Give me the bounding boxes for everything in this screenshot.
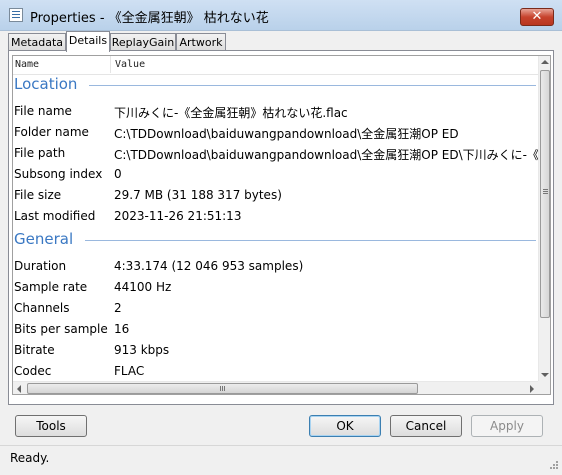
document-list-icon <box>9 8 23 22</box>
property-value: 913 kbps <box>114 343 170 357</box>
section-header: Location <box>13 75 538 96</box>
property-value: 44100 Hz <box>114 280 172 294</box>
scrollbar-corner <box>538 381 550 394</box>
property-name: Sample rate <box>14 280 88 294</box>
grip-icon <box>220 386 221 391</box>
horizontal-scroll-thumb[interactable] <box>27 383 418 394</box>
list-item[interactable]: Last modified 2023-11-26 21:51:13 <box>13 206 538 227</box>
horizontal-scrollbar[interactable] <box>13 381 538 394</box>
property-name: Bits per sample <box>14 322 108 336</box>
window-title: Properties - 《全金属狂朝》 枯れない花 <box>30 11 269 26</box>
list-item[interactable]: Subsong index 0 <box>13 164 538 185</box>
details-list[interactable]: Name Value Location File name 下川みくに-《全金属狂朝… <box>12 55 551 395</box>
property-name: File size <box>14 188 62 202</box>
cancel-button[interactable]: Cancel <box>390 415 462 437</box>
property-name: File path <box>14 146 66 160</box>
property-value: C:\TDDownload\baiduwangpandownload\全金属狂潮… <box>114 127 459 141</box>
section-divider <box>89 85 536 86</box>
tools-button[interactable]: Tools <box>15 415 87 437</box>
column-header-value[interactable]: Value <box>115 59 145 70</box>
property-value: FLAC <box>114 364 145 378</box>
property-name: Channels <box>14 301 70 315</box>
status-bar: Ready. <box>0 445 562 475</box>
list-item[interactable]: File path C:\TDDownload\baiduwangpandownl… <box>13 143 539 164</box>
list-item[interactable]: Channels 2 <box>13 298 538 319</box>
vertical-scroll-thumb[interactable] <box>540 70 550 318</box>
grip-icon <box>543 189 548 190</box>
property-value: 2023-11-26 21:51:13 <box>114 209 242 223</box>
property-value: 2 <box>114 301 122 315</box>
property-name: Bitrate <box>14 343 55 357</box>
list-item[interactable]: File name 下川みくに-《全金属狂朝》枯れない花.flac <box>13 101 538 122</box>
property-value: 29.7 MB (31 188 317 bytes) <box>114 188 282 202</box>
ok-button[interactable]: OK <box>309 415 381 437</box>
section-title: Location <box>14 75 78 93</box>
list-item[interactable]: File size 29.7 MB (31 188 317 bytes) <box>13 185 538 206</box>
close-button[interactable]: ✕ <box>520 8 554 26</box>
property-value: 0 <box>114 167 122 181</box>
property-value: 4:33.174 (12 046 953 samples) <box>114 259 304 273</box>
tab-replaygain[interactable]: ReplayGain <box>110 33 176 51</box>
column-header-name[interactable]: Name <box>15 59 39 70</box>
title-bar: Properties - 《全金属狂朝》 枯れない花 ✕ <box>0 0 562 31</box>
property-name: Codec <box>14 364 52 378</box>
list-item[interactable]: Bitrate 913 kbps <box>13 340 538 361</box>
list-item[interactable]: Folder name C:\TDDownload\baiduwangpandow… <box>13 122 538 143</box>
property-name: Duration <box>14 259 67 273</box>
scroll-right-arrow-icon[interactable] <box>530 385 534 393</box>
scroll-up-arrow-icon[interactable] <box>541 60 549 64</box>
section-header: General <box>13 230 538 251</box>
apply-button[interactable]: Apply <box>471 415 543 437</box>
list-body: Location File name 下川みくに-《全金属狂朝》枯れない花.flac… <box>13 75 539 394</box>
property-name: Last modified <box>14 209 96 223</box>
property-value: 下川みくに-《全金属狂朝》枯れない花.flac <box>114 106 348 120</box>
tab-metadata[interactable]: Metadata <box>8 33 66 51</box>
section-title: General <box>14 230 74 248</box>
property-name: Subsong index <box>14 167 103 181</box>
tab-details[interactable]: Details <box>66 31 110 52</box>
list-item[interactable]: Sample rate 44100 Hz <box>13 277 538 298</box>
list-header: Name Value <box>13 56 538 75</box>
list-item[interactable]: Codec FLAC <box>13 361 538 382</box>
section-divider <box>85 240 536 241</box>
resize-grip-icon[interactable] <box>547 460 559 472</box>
property-name: Folder name <box>14 125 89 139</box>
property-value: 16 <box>114 322 130 336</box>
property-name: File name <box>14 104 72 118</box>
scroll-down-arrow-icon[interactable] <box>541 373 549 377</box>
list-item[interactable]: Duration 4:33.174 (12 046 953 samples) <box>13 256 538 277</box>
tab-artwork[interactable]: Artwork <box>176 33 226 51</box>
list-item[interactable]: Bits per sample 16 <box>13 319 538 340</box>
property-value: C:\TDDownload\baiduwangpandownload\全金属狂潮… <box>114 148 539 162</box>
status-text: Ready. <box>10 451 50 465</box>
vertical-scrollbar[interactable] <box>538 56 550 381</box>
scroll-left-arrow-icon[interactable] <box>17 385 21 393</box>
column-divider[interactable] <box>110 56 111 73</box>
